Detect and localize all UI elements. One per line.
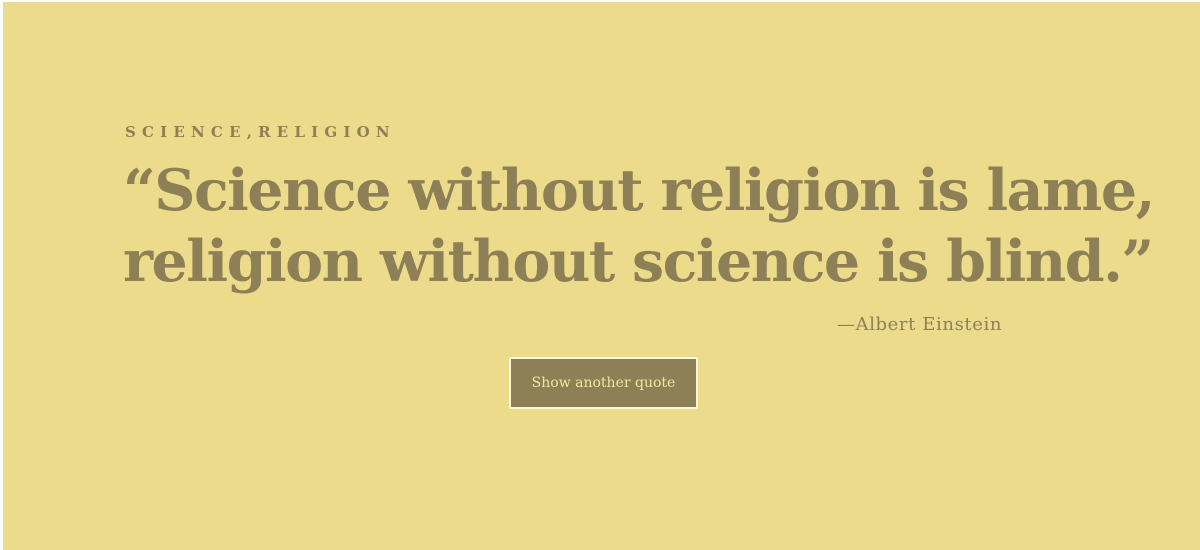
quote-tags: SCIENCE,RELIGION	[125, 123, 396, 141]
quote-text: “Science without religion is lame, relig…	[123, 155, 1155, 297]
quote-line-1: “Science without religion is lame,	[123, 157, 1155, 224]
show-another-quote-button[interactable]: Show another quote	[509, 357, 698, 409]
quote-line-2: religion without science is blind.”	[123, 228, 1154, 295]
quote-author: —Albert Einstein	[837, 314, 1003, 335]
quote-card: SCIENCE,RELIGION “Science without religi…	[3, 2, 1200, 550]
